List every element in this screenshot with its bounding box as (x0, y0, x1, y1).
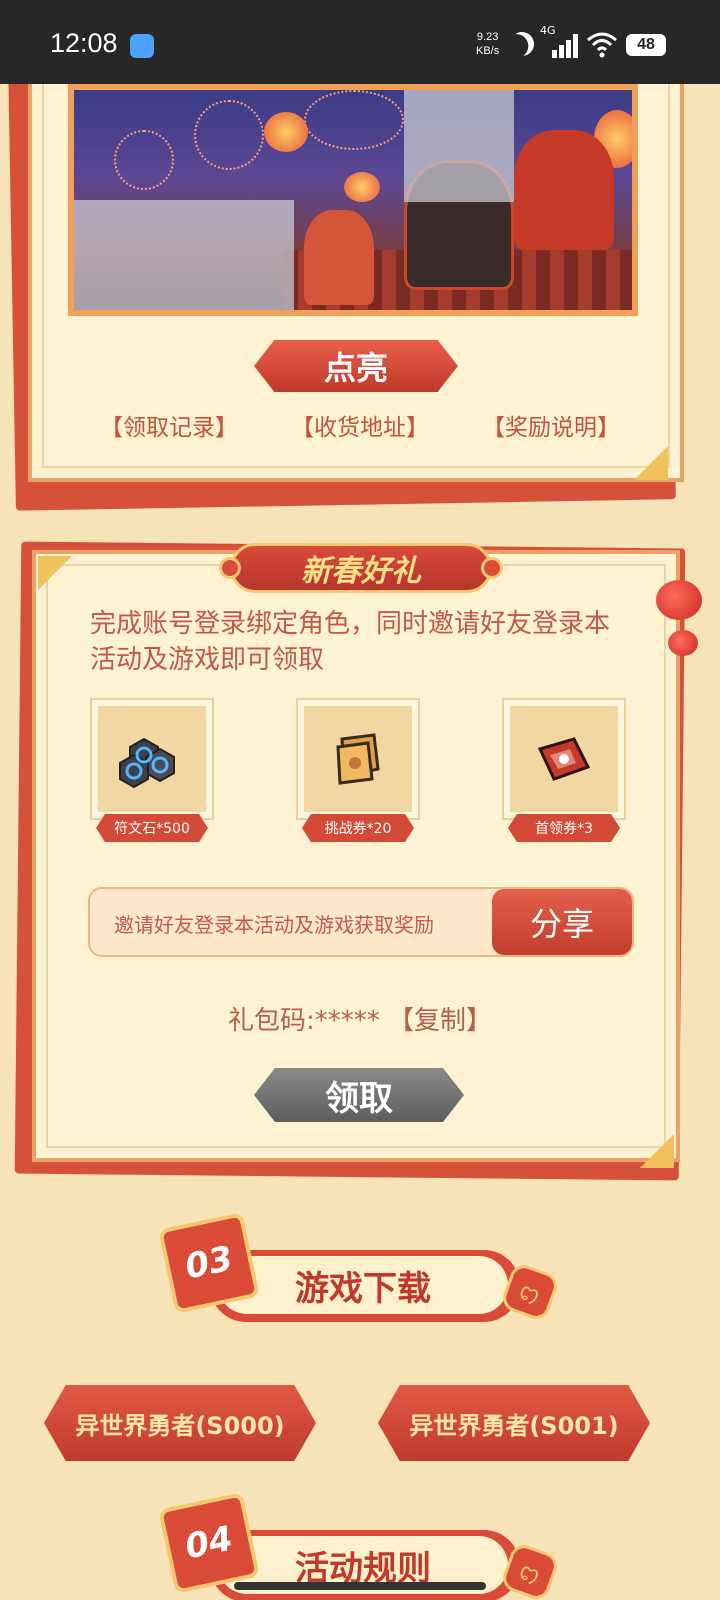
corner-decoration (640, 1134, 674, 1168)
download-section-header: 游戏下载 ꩊ 03 (157, 1211, 561, 1330)
section-title: 游戏下载 (218, 1256, 508, 1314)
rune-stone-icon (119, 737, 175, 789)
invite-share-bar: 邀请好友登录本活动及游戏获取奖励 分享 (88, 887, 634, 957)
home-indicator[interactable] (234, 1582, 486, 1590)
battery-icon: 48 (626, 34, 666, 56)
corner-decoration (634, 446, 668, 480)
section-number: 04 (157, 1491, 261, 1595)
do-not-disturb-icon (507, 29, 538, 60)
status-bar: 12:08 9.23 KB/s 4G 48 (0, 0, 720, 84)
reward-item: 挑战券*20 (296, 698, 420, 848)
reward-item: 首领券*3 (502, 698, 626, 848)
download-s000-button[interactable]: 异世界勇者(S000) (44, 1385, 316, 1461)
cellular-signal-icon: 4G (540, 24, 582, 58)
wifi-icon (587, 32, 617, 58)
reward-label: 符文石*500 (96, 814, 208, 842)
event-banner-image (68, 84, 638, 316)
network-type: 4G (540, 24, 556, 37)
top-panel-links: 【领取记录】 【收货地址】 【奖励说明】 (100, 408, 620, 442)
claim-record-link[interactable]: 【领取记录】 (100, 408, 238, 442)
claim-button[interactable]: 领取 (254, 1068, 464, 1122)
share-button[interactable]: 分享 (492, 889, 632, 955)
section-number: 03 (157, 1211, 261, 1315)
shipping-address-link[interactable]: 【收货地址】 (291, 408, 429, 442)
gift-title-plate: 新春好礼 (219, 543, 503, 593)
lantern-decoration-icon (656, 580, 702, 620)
boss-ticket-icon (537, 737, 591, 781)
status-time: 12:08 (50, 28, 118, 58)
lantern-decoration-icon (668, 630, 698, 656)
network-speed: 9.23 KB/s (476, 31, 500, 57)
gift-title: 新春好礼 (301, 554, 421, 589)
light-up-button[interactable]: 点亮 (254, 340, 458, 392)
gift-description: 完成账号登录绑定角色，同时邀请好友登录本活动及游戏即可领取 (90, 609, 611, 675)
challenge-ticket-icon (336, 733, 380, 785)
invite-text: 邀请好友登录本活动及游戏获取奖励 (114, 913, 434, 937)
gift-code-copy[interactable]: 礼包码:***** 【复制】 (0, 1000, 720, 1037)
corner-decoration (38, 556, 72, 590)
download-s001-button[interactable]: 异世界勇者(S001) (378, 1385, 650, 1461)
reward-label: 挑战券*20 (302, 814, 414, 842)
reward-label: 首领券*3 (508, 814, 620, 842)
reward-info-link[interactable]: 【奖励说明】 (482, 408, 620, 442)
reward-item: 符文石*500 (90, 698, 214, 848)
app-notification-icon (130, 34, 154, 58)
